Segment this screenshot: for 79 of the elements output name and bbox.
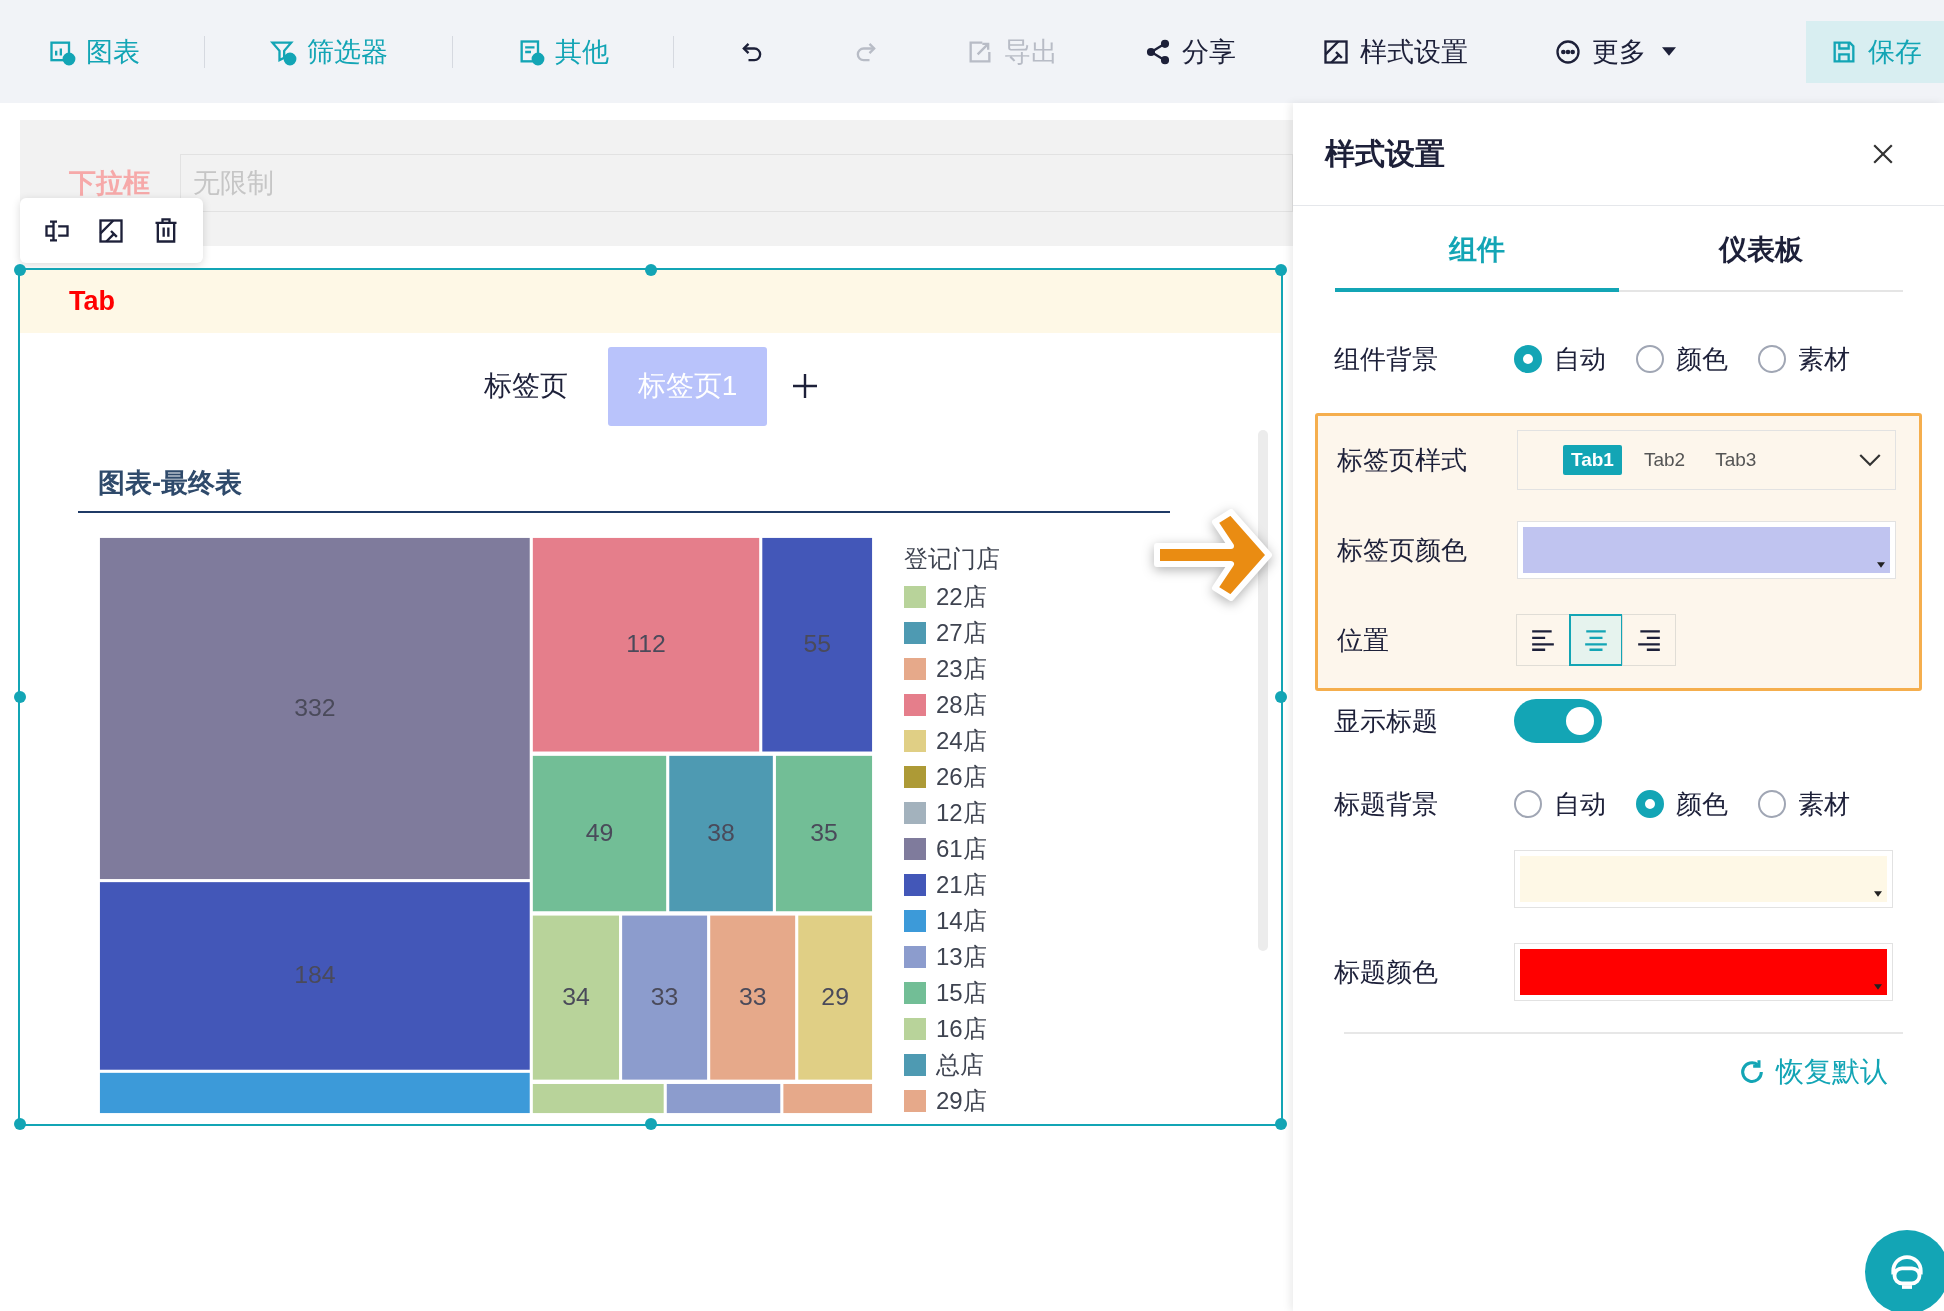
setting-label: 标题颜色 (1334, 956, 1438, 987)
legend-label: 61店 (936, 834, 987, 864)
panel-title: 样式设置 (1325, 135, 1445, 172)
widget-title: Tab (69, 286, 115, 317)
cell-value: 33 (650, 983, 679, 1011)
legend-label: 21店 (936, 870, 987, 900)
caret-icon (1874, 891, 1882, 897)
legend-label: 23店 (936, 654, 987, 684)
add-icon[interactable] (793, 374, 818, 398)
cell-value: 49 (585, 819, 614, 846)
setting-label: 显示标题 (1334, 705, 1438, 736)
document-add-icon (517, 37, 545, 66)
style-icon[interactable] (97, 216, 126, 245)
filter-label: 下拉框 (69, 167, 150, 200)
align-right-icon (1636, 629, 1662, 651)
chevron-down-icon (1859, 453, 1881, 467)
resize-handle[interactable] (14, 691, 26, 703)
toolbar-button[interactable]: 更多 (1554, 21, 1676, 82)
cell-value: 332 (294, 693, 336, 721)
cell-value: 112 (626, 630, 666, 658)
legend-title: 登记门店 (904, 544, 1000, 574)
radio-option[interactable]: 颜色 (1636, 786, 1728, 822)
color-picker[interactable] (1517, 521, 1896, 579)
tab-style-dropdown[interactable]: Tab1 Tab2 Tab3 (1517, 430, 1896, 490)
toggle-switch[interactable] (1514, 699, 1602, 743)
cell-value: 55 (803, 630, 831, 658)
toolbar-button[interactable]: 分享 (1144, 21, 1236, 82)
setting-label: 标题背景 (1334, 788, 1438, 819)
more-icon (1554, 37, 1582, 66)
legend-label: 13店 (936, 942, 987, 972)
resize-handle[interactable] (14, 1118, 26, 1130)
legend-label: 12店 (936, 798, 987, 828)
scrollbar[interactable] (1258, 430, 1268, 951)
setting-label: 组件背景 (1334, 343, 1438, 374)
legend-label: 14店 (936, 906, 987, 936)
cell-value: 38 (707, 819, 735, 846)
align-left-icon (1530, 629, 1556, 651)
legend-label: 16店 (936, 1014, 987, 1044)
cell-value: 29 (821, 983, 849, 1011)
tab[interactable]: 仪表板 (1619, 212, 1903, 292)
legend-label: 15店 (936, 978, 987, 1008)
setting-label: 位置 (1337, 624, 1389, 655)
resize-handle[interactable] (644, 1118, 657, 1130)
legend-label: 总店 (936, 1050, 984, 1080)
resize-handle[interactable] (1275, 264, 1287, 276)
resize-handle[interactable] (644, 264, 657, 276)
setting-label: 标签页样式 (1337, 444, 1467, 475)
resize-handle[interactable] (14, 264, 26, 276)
caret-icon (1877, 562, 1885, 568)
radio-option[interactable]: 颜色 (1636, 341, 1728, 377)
cell-value: 35 (810, 819, 838, 846)
share-icon (1144, 37, 1172, 66)
radio-option[interactable]: 素材 (1758, 786, 1850, 822)
legend-label: 24店 (936, 726, 987, 756)
toolbar-button[interactable]: 样式设置 (1322, 21, 1468, 82)
chart-title: 图表-最终表 (78, 453, 1170, 513)
radio-option[interactable]: 素材 (1758, 341, 1850, 377)
tab[interactable]: 标签页 (483, 346, 568, 426)
cell-value: 33 (738, 983, 767, 1011)
close-icon[interactable] (1872, 143, 1894, 165)
legend-label: 28店 (936, 690, 987, 720)
legend-label: 27店 (936, 618, 987, 648)
caret-icon (1662, 47, 1676, 56)
refresh-icon (1738, 1058, 1766, 1086)
radio-option[interactable]: 自动 (1514, 341, 1606, 377)
resize-handle[interactable] (1275, 1118, 1287, 1130)
cell-value: 34 (562, 983, 590, 1011)
color-picker[interactable] (1514, 850, 1893, 908)
cell-value: 184 (294, 961, 336, 989)
setting-label: 标签页颜色 (1337, 534, 1467, 565)
color-picker[interactable] (1514, 943, 1893, 1001)
resize-handle[interactable] (1275, 691, 1287, 703)
caret-icon (1874, 984, 1882, 990)
legend-label: 29店 (936, 1086, 987, 1116)
legend-label: 22店 (936, 582, 987, 612)
radio-option[interactable]: 自动 (1514, 786, 1606, 822)
style-icon (1322, 37, 1350, 66)
align-center-icon (1583, 629, 1609, 651)
legend-label: 26店 (936, 762, 987, 792)
